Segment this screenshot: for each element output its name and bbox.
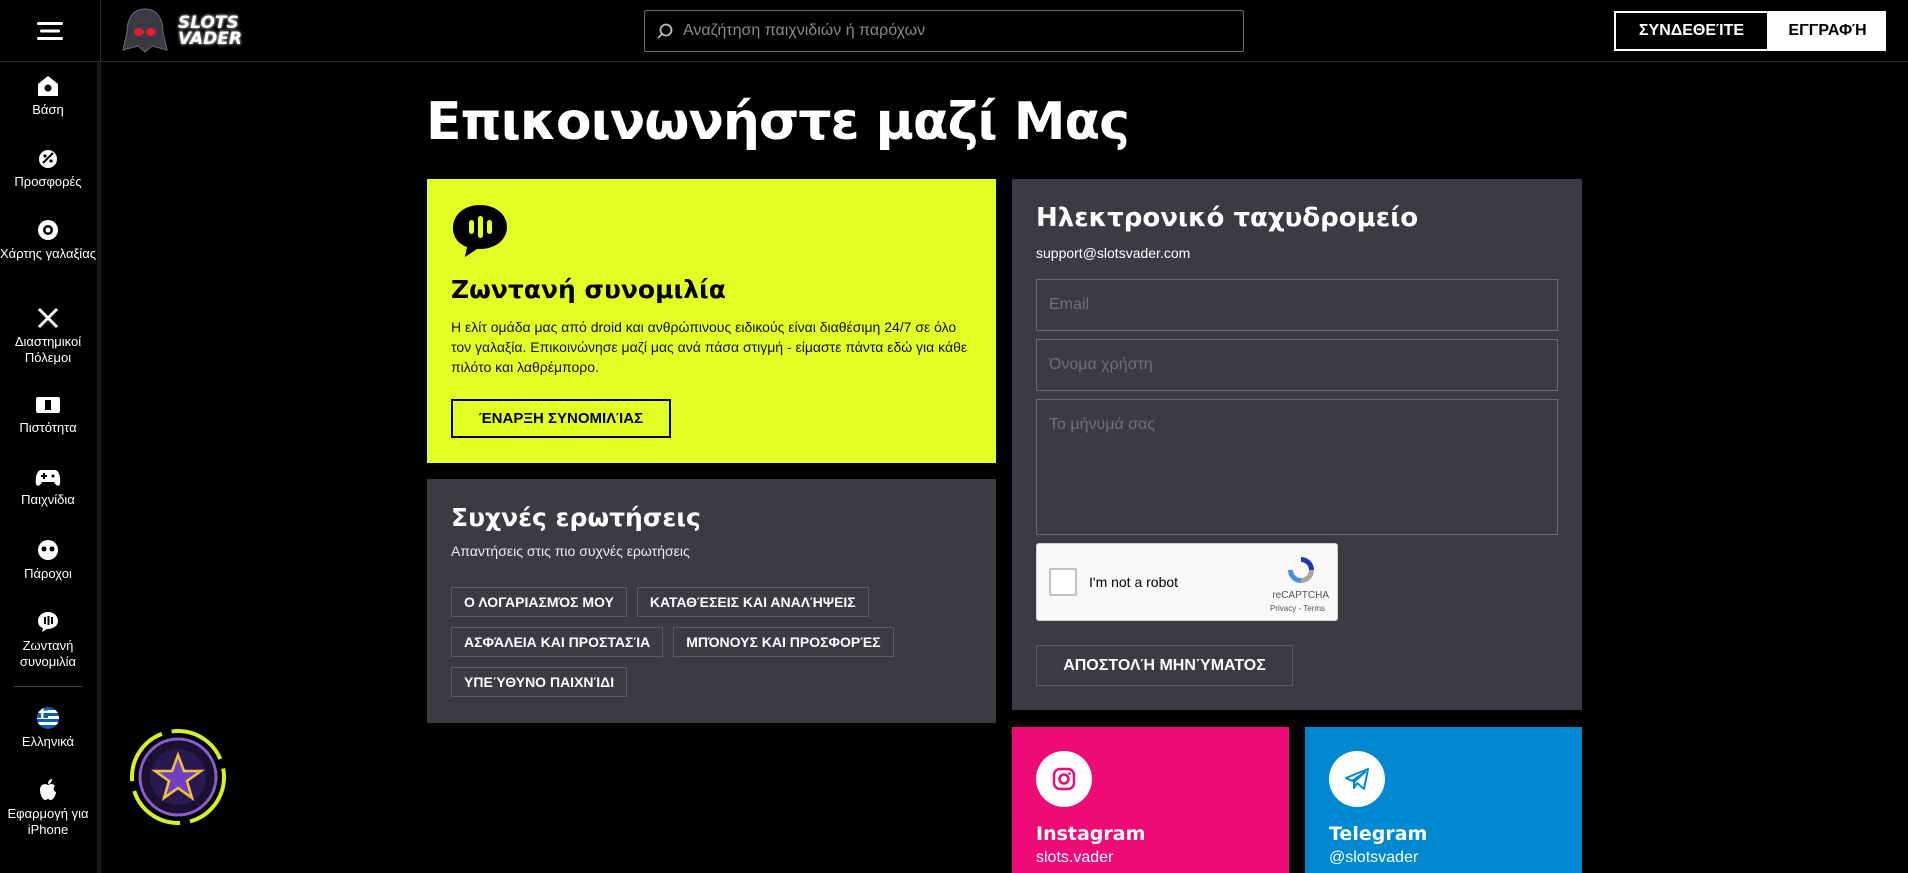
sidebar-item-label: Διαστημικοί Πόλεμοι — [14, 334, 82, 365]
faq-subtitle: Απαντήσεις στις πιο συχνές ερωτήσεις — [451, 543, 690, 559]
galaxy-map-icon — [38, 220, 58, 240]
email-field[interactable] — [1036, 279, 1558, 331]
sidebar-item-promotions[interactable]: Προσφορές — [0, 146, 96, 190]
page-title: Επικοινωνήστε μαζί Μας — [426, 92, 1130, 152]
home-icon — [38, 76, 58, 96]
faq-tag-deposits-withdrawals[interactable]: ΚΑΤΑΘΈΣΕΙΣ ΚΑΙ ΑΝΑΛΉΨΕΙΣ — [636, 587, 869, 617]
recaptcha-checkbox[interactable] — [1049, 568, 1077, 596]
register-button[interactable]: ΕΓΓΡΑΦΉ — [1769, 11, 1886, 51]
hamburger-icon — [37, 22, 63, 40]
login-button[interactable]: ΣΥΝΔΕΘΕΊΤΕ — [1614, 11, 1769, 51]
telegram-icon — [1329, 751, 1385, 807]
recaptcha-brand: reCAPTCHA — [1272, 590, 1329, 601]
vip-star-badge-icon[interactable] — [128, 727, 228, 827]
loyalty-icon — [36, 397, 60, 413]
faq-tag-my-account[interactable]: Ο ΛΟΓΑΡΙΑΣΜΌΣ ΜΟΥ — [451, 587, 627, 617]
sidebar-item-label: Χάρτης γαλαξίας — [0, 246, 96, 261]
live-chat-card: Ζωντανή συνομιλία Η ελίτ ομάδα μας από d… — [427, 179, 996, 463]
search-input[interactable] — [683, 22, 1223, 40]
auth-buttons: ΣΥΝΔΕΘΕΊΤΕ ΕΓΓΡΑΦΉ — [1614, 11, 1886, 51]
logo[interactable]: SLOTS VADER — [120, 4, 275, 58]
search-icon — [657, 23, 673, 39]
recaptcha-label: I'm not a robot — [1089, 574, 1179, 590]
instagram-handle: slots.vader — [1036, 849, 1114, 866]
instagram-icon — [1036, 751, 1092, 807]
gamepad-icon — [35, 470, 61, 486]
apple-icon — [40, 779, 56, 800]
faq-tag-responsible-gaming[interactable]: ΥΠΕΎΘΥΝΟ ΠΑΙΧΝΊΔΙ — [451, 667, 628, 697]
live-chat-title: Ζωντανή συνομιλία — [451, 275, 726, 304]
start-chat-button[interactable]: ΈΝΑΡΞΗ ΣΥΝΟΜΙΛΊΑΣ — [451, 399, 671, 438]
telegram-handle: @slotsvader — [1329, 849, 1419, 866]
telegram-name: Telegram — [1329, 823, 1428, 845]
sidebar-item-label: Παιχνίδια — [21, 492, 75, 507]
menu-button[interactable] — [0, 0, 101, 62]
sidebar-item-label: Πάροχοι — [24, 566, 72, 581]
sidebar-item-games[interactable]: Παιχνίδια — [0, 466, 96, 508]
search-bar[interactable] — [644, 10, 1244, 52]
support-email: support@slotsvader.com — [1036, 245, 1191, 261]
sidebar-item-label: Ζωντανή συνομιλία — [19, 638, 77, 669]
logo-text: SLOTS VADER — [178, 15, 242, 49]
faq-tag-security[interactable]: ΑΣΦΆΛΕΙΑ ΚΑΙ ΠΡΟΣΤΑΣΊΑ — [451, 627, 664, 657]
sidebar-item-providers[interactable]: Πάροχοι — [0, 538, 96, 582]
sidebar-item-label: Ελληνικά — [21, 734, 75, 749]
faq-tags: Ο ΛΟΓΑΡΙΑΣΜΌΣ ΜΟΥ ΚΑΤΑΘΈΣΕΙΣ ΚΑΙ ΑΝΑΛΉΨΕ… — [451, 587, 991, 697]
recaptcha-logo-icon — [1288, 557, 1314, 583]
sidebar-item-loyalty[interactable]: Πιστότητα — [0, 394, 96, 436]
message-field[interactable] — [1036, 399, 1558, 535]
telegram-card[interactable]: Telegram @slotsvader — [1305, 727, 1582, 873]
promotions-icon — [39, 150, 57, 168]
vader-helmet-icon — [122, 8, 168, 53]
logo-line-2: VADER — [178, 29, 242, 49]
username-field[interactable] — [1036, 339, 1558, 391]
sidebar-item-label: Προσφορές — [14, 174, 82, 189]
instagram-card[interactable]: Instagram slots.vader — [1012, 727, 1289, 873]
faq-title: Συχνές ερωτήσεις — [451, 503, 701, 532]
sidebar-item-galaxy-map[interactable]: Χάρτης γαλαξίας — [0, 218, 96, 262]
email-card: Ηλεκτρονικό ταχυδρομείο support@slotsvad… — [1012, 179, 1582, 710]
chat-bubble-icon — [453, 205, 507, 257]
recaptcha-links[interactable]: Privacy - Terms — [1270, 604, 1325, 613]
live-chat-icon — [38, 612, 58, 632]
email-title: Ηλεκτρονικό ταχυδρομείο — [1036, 203, 1419, 233]
sidebar: Βάση Προσφορές Χάρτης γαλαξίας Διαστημικ… — [0, 62, 101, 873]
sidebar-item-space-wars[interactable]: Διαστημικοί Πόλεμοι — [0, 306, 96, 366]
sidebar-item-iphone-app[interactable]: Εφαρμογή για iPhone — [0, 778, 96, 838]
faq-tag-bonuses[interactable]: ΜΠΌΝΟΥΣ ΚΑΙ ΠΡΟΣΦΟΡΈΣ — [673, 627, 894, 657]
faq-card: Συχνές ερωτήσεις Απαντήσεις στις πιο συχ… — [427, 479, 996, 723]
sidebar-item-label: Πιστότητα — [19, 420, 77, 435]
sidebar-item-label: Βάση — [32, 102, 64, 117]
instagram-name: Instagram — [1036, 823, 1146, 845]
sidebar-item-home[interactable]: Βάση — [0, 74, 96, 118]
sidebar-item-language[interactable]: Ελληνικά — [0, 706, 96, 750]
send-message-button[interactable]: ΑΠΟΣΤΟΛΉ ΜΗΝΎΜΑΤΟΣ — [1036, 645, 1293, 686]
providers-icon — [38, 540, 58, 560]
sidebar-item-label: Εφαρμογή για iPhone — [7, 806, 89, 837]
sidebar-scrollbar[interactable] — [97, 62, 101, 873]
sidebar-item-live-chat[interactable]: Ζωντανή συνομιλία — [0, 610, 96, 670]
top-bar: SLOTS VADER ΣΥΝΔΕΘΕΊΤΕ ΕΓΓΡΑΦΉ — [0, 0, 1908, 62]
recaptcha-widget: I'm not a robot reCAPTCHA Privacy - Term… — [1036, 543, 1338, 621]
sidebar-divider — [14, 686, 82, 687]
greek-flag-icon — [37, 707, 59, 729]
space-wars-icon — [37, 307, 59, 329]
live-chat-description: Η ελίτ ομάδα μας από droid και ανθρώπινο… — [451, 319, 968, 375]
